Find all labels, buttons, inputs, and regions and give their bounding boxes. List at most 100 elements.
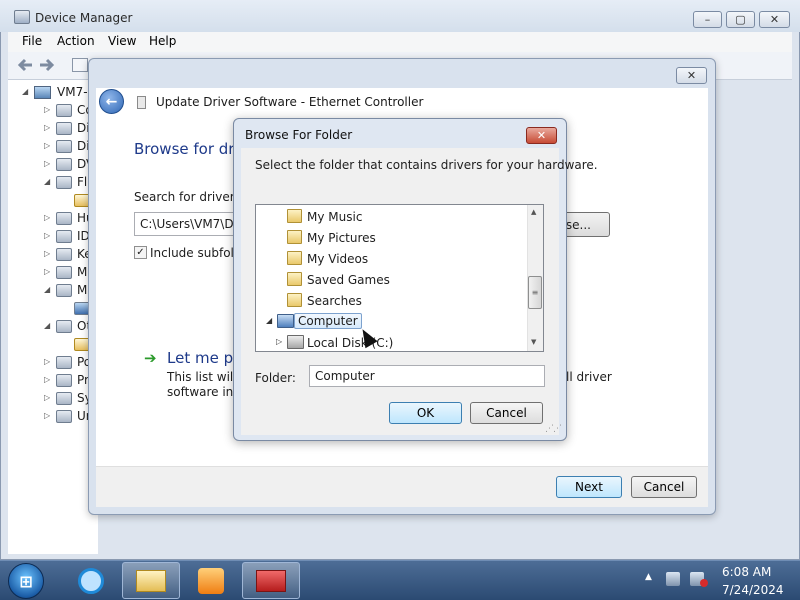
back-arrow-icon[interactable] (16, 57, 34, 73)
forward-arrow-icon[interactable] (38, 57, 56, 73)
browse-dialog-title: Browse For Folder (245, 128, 353, 142)
minimize-button[interactable]: – (693, 11, 722, 28)
collapse-icon[interactable]: ◢ (22, 87, 28, 96)
expand-icon[interactable]: ▷ (44, 105, 50, 114)
expand-icon[interactable]: ▷ (44, 267, 50, 276)
expand-icon[interactable]: ▷ (44, 213, 50, 222)
tree-item[interactable]: ◢ Ot (8, 318, 98, 336)
folder-item-searches[interactable]: Searches (256, 290, 526, 311)
action-center-icon[interactable] (666, 572, 680, 586)
tree-item[interactable]: ◢ M (8, 282, 98, 300)
tree-item[interactable] (8, 192, 98, 210)
folder-item-my-pictures[interactable]: My Pictures (256, 227, 526, 248)
clock-time[interactable]: 6:08 AM (722, 565, 771, 579)
folder-item-my-music[interactable]: My Music (256, 206, 526, 227)
device-manager-icon (14, 10, 30, 24)
expand-icon[interactable]: ▷ (44, 231, 50, 240)
display-icon (56, 140, 72, 153)
clock-date[interactable]: 7/24/2024 (722, 583, 784, 597)
folder-item-saved-games[interactable]: Saved Games (256, 269, 526, 290)
folder-item-my-videos[interactable]: My Videos (256, 248, 526, 269)
resize-grip[interactable]: ⋰⋰ (545, 424, 562, 434)
browse-close-button[interactable]: ✕ (526, 127, 557, 144)
taskbar-explorer[interactable] (122, 562, 180, 599)
folder-label: Computer (294, 313, 362, 329)
expand-icon[interactable]: ▷ (44, 141, 50, 150)
taskbar-internet-explorer[interactable] (62, 562, 120, 599)
tree-item[interactable]: ▷ Po (8, 354, 98, 372)
tree-item[interactable]: ▷ Pr (8, 372, 98, 390)
back-button[interactable]: ← (99, 89, 124, 114)
next-button[interactable]: Next (556, 476, 622, 498)
computer-icon (34, 86, 51, 99)
tree-item[interactable]: ◢ Fl (8, 174, 98, 192)
keyboard-icon (56, 248, 72, 261)
show-hidden-icons-icon[interactable]: ▲ (645, 572, 652, 582)
let-me-pick-link[interactable]: Let me pi (167, 349, 237, 367)
expand-icon[interactable]: ▷ (44, 159, 50, 168)
expand-icon[interactable]: ▷ (44, 393, 50, 402)
maximize-button[interactable]: ▢ (726, 11, 755, 28)
tree-item[interactable]: ▷ Co (8, 102, 98, 120)
tree-item[interactable] (8, 300, 98, 318)
tree-item[interactable]: ▷ Ke (8, 246, 98, 264)
expand-icon[interactable]: ▷ (44, 411, 50, 420)
processor-icon (56, 374, 72, 387)
collapse-icon[interactable]: ◢ (44, 285, 50, 294)
device-icon (56, 104, 72, 117)
browse-instruction: Select the folder that contains drivers … (255, 158, 598, 172)
update-driver-close-button[interactable]: ✕ (676, 67, 707, 84)
expand-icon[interactable]: ▷ (44, 249, 50, 258)
mouse-icon (56, 266, 72, 279)
let-me-pick-description-tail: ll driver (566, 370, 612, 384)
expand-icon[interactable]: ▷ (276, 337, 282, 346)
green-arrow-icon: ➔ (144, 349, 157, 367)
tree-item[interactable]: ▷ Mi (8, 264, 98, 282)
collapse-icon[interactable]: ◢ (266, 316, 272, 325)
taskbar-media-player[interactable] (182, 562, 240, 599)
tree-item[interactable]: ▷ Ur (8, 408, 98, 426)
include-subfolders-checkbox[interactable]: ✓ (134, 246, 147, 259)
browse-cancel-button[interactable]: Cancel (470, 402, 543, 424)
tree-item[interactable] (8, 336, 98, 354)
music-folder-icon (287, 209, 302, 223)
tree-item[interactable]: ▷ DV (8, 156, 98, 174)
menu-help[interactable]: Help (149, 34, 176, 48)
start-button[interactable]: ⊞ (8, 563, 44, 599)
folder-item-computer[interactable]: ◢ Computer (256, 311, 526, 332)
scroll-up-icon[interactable]: ▲ (531, 208, 536, 216)
ok-button[interactable]: OK (389, 402, 462, 424)
driver-path-input[interactable]: C:\Users\VM7\Do (134, 212, 244, 236)
tree-item[interactable]: ▷ Sy (8, 390, 98, 408)
folder-input[interactable]: Computer (309, 365, 545, 387)
close-button[interactable]: ✕ (759, 11, 790, 28)
tree-item-label: M (77, 283, 88, 297)
collapse-icon[interactable]: ◢ (44, 177, 50, 186)
menu-action[interactable]: Action (57, 34, 95, 48)
expand-icon[interactable]: ▷ (44, 123, 50, 132)
tree-item[interactable]: ▷ ID (8, 228, 98, 246)
scroll-down-icon[interactable]: ▼ (531, 338, 536, 346)
tree-item[interactable]: ▷ Hu (8, 210, 98, 228)
collapse-icon[interactable]: ◢ (44, 321, 50, 330)
menu-file[interactable]: File (22, 34, 42, 48)
scrollbar-thumb[interactable]: ≡ (528, 276, 542, 309)
tree-item[interactable]: ▷ Di (8, 120, 98, 138)
searches-folder-icon (287, 293, 302, 307)
floppy-icon (56, 176, 72, 189)
expand-icon[interactable]: ▷ (44, 357, 50, 366)
tree-item-label: Fl (77, 175, 88, 189)
menu-bar: File Action View Help (8, 32, 792, 52)
update-driver-cancel-button[interactable]: Cancel (631, 476, 697, 498)
taskbar-device-manager[interactable] (242, 562, 300, 599)
device-tree: ◢ VM7- ▷ Co ▷ Di ▷ Di ▷ DV ◢ Fl ▷ Hu ▷ ID ▷ Ke ▷… (8, 80, 98, 554)
folder-tree: My Music My Pictures My Videos Saved Gam… (255, 204, 544, 352)
menu-view[interactable]: View (108, 34, 136, 48)
muted-indicator-icon (700, 579, 708, 587)
tree-item[interactable]: ▷ Di (8, 138, 98, 156)
tree-root[interactable]: ◢ VM7- (8, 84, 98, 102)
properties-icon[interactable] (72, 58, 88, 72)
browse-button[interactable]: wse... (556, 212, 610, 237)
expand-icon[interactable]: ▷ (44, 375, 50, 384)
folder-item-local-disk[interactable]: ▷ Local Disk (C:) (256, 332, 526, 351)
